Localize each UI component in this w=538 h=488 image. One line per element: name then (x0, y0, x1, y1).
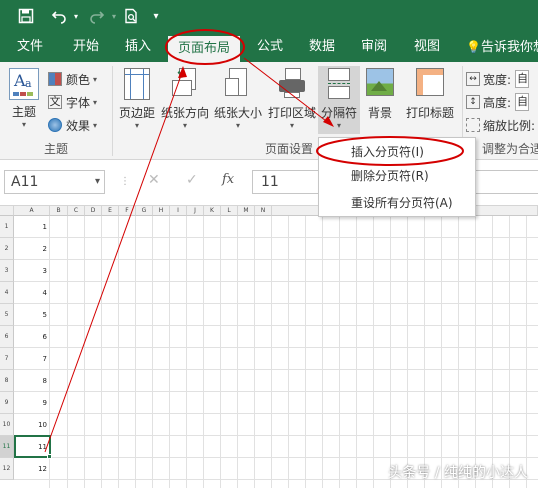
annotation-arrowhead-tab (178, 66, 187, 78)
annotation-arrow-to-tab (44, 69, 184, 453)
annotation-overlay (44, 29, 464, 453)
annotation-arrowhead-breaks (323, 116, 334, 127)
watermark-text: 头条号 / 纯纯的小达人 (388, 465, 528, 481)
annotation-circle-insert-page-break (316, 136, 464, 166)
annotation-circle-page-layout-tab (165, 29, 245, 65)
annotation-arrow-to-breaks (243, 57, 331, 125)
